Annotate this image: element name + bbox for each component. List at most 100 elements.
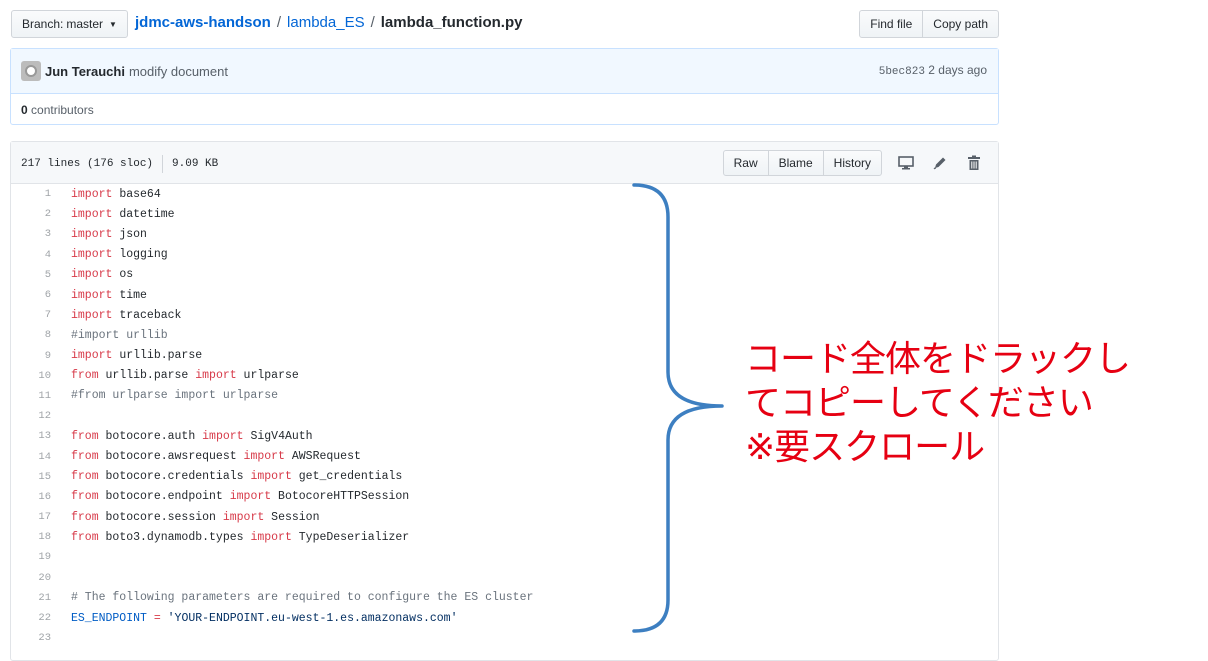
code-line[interactable]: 6 import time <box>11 285 998 305</box>
code-token: = <box>153 611 161 625</box>
blame-button[interactable]: Blame <box>767 150 824 176</box>
code-line[interactable]: 5 import os <box>11 265 998 285</box>
trash-icon-svg <box>968 155 980 170</box>
line-number[interactable]: 15 <box>11 471 51 483</box>
contributors-label: contributors <box>31 103 94 117</box>
line-number[interactable]: 19 <box>11 551 51 563</box>
contributors[interactable]: 0 contributors <box>11 94 998 126</box>
code-token: botocore.session <box>98 510 223 524</box>
line-number[interactable]: 4 <box>11 249 51 261</box>
line-number[interactable]: 11 <box>11 390 51 402</box>
code-line[interactable]: 19 <box>11 547 998 567</box>
annotation-line-3: ※要スクロール <box>745 427 985 468</box>
file-size: 9.09 KB <box>172 158 219 170</box>
line-number[interactable]: 10 <box>11 370 51 382</box>
code-token: from <box>71 530 99 544</box>
code-text: from urllib.parse import urlparse <box>51 369 299 382</box>
commit-sha[interactable]: 5bec823 <box>879 66 925 78</box>
line-number[interactable]: 2 <box>11 208 51 220</box>
line-number[interactable]: 18 <box>11 531 51 543</box>
copy-path-button[interactable]: Copy path <box>922 10 999 38</box>
file-navigation: Branch: master ▼ jdmc-aws-handson / lamb… <box>11 10 999 38</box>
code-line[interactable]: 17 from botocore.session import Session <box>11 507 998 527</box>
commit-message[interactable]: modify document <box>129 64 228 79</box>
desktop-icon-svg <box>898 156 914 170</box>
line-number[interactable]: 3 <box>11 228 51 240</box>
commit-author[interactable]: Jun Terauchi <box>45 64 125 79</box>
code-text: import time <box>51 289 147 302</box>
code-token: ES_ENDPOINT <box>71 611 147 625</box>
code-token: from <box>71 450 99 464</box>
code-token: urlparse <box>236 369 299 383</box>
code-token: SigV4Auth <box>243 429 313 443</box>
line-number[interactable]: 20 <box>11 572 51 584</box>
code-token: import <box>202 429 244 443</box>
annotation-line-1: コード全体をドラックし <box>745 339 1131 380</box>
commit-tease: Jun Terauchi modify document 5bec823 2 d… <box>10 48 999 125</box>
code-token: import <box>250 470 292 484</box>
code-token: from <box>71 369 99 383</box>
line-number[interactable]: 17 <box>11 511 51 523</box>
code-token: import <box>71 268 113 282</box>
line-number[interactable]: 9 <box>11 350 51 362</box>
find-file-button[interactable]: Find file <box>859 10 924 38</box>
file-info: 217 lines (176 sloc) 9.09 KB <box>21 155 218 173</box>
code-token: botocore.credentials <box>98 470 251 484</box>
code-line[interactable]: 20 <box>11 568 998 588</box>
code-text: import json <box>51 228 147 241</box>
line-number[interactable]: 5 <box>11 269 51 281</box>
code-token: from <box>71 470 99 484</box>
code-token: from <box>71 510 99 524</box>
code-text: import logging <box>51 248 168 261</box>
code-line[interactable]: 23 <box>11 628 998 648</box>
code-text: import base64 <box>51 188 161 201</box>
line-number[interactable]: 6 <box>11 289 51 301</box>
line-number[interactable]: 1 <box>11 188 51 200</box>
code-line[interactable]: 21 # The following parameters are require… <box>11 588 998 608</box>
raw-button[interactable]: Raw <box>722 150 769 176</box>
breadcrumb-file-name: lambda_function.py <box>380 14 523 31</box>
branch-select-button[interactable]: Branch: master ▼ <box>11 10 128 38</box>
code-token: botocore.endpoint <box>98 490 230 504</box>
line-number[interactable]: 7 <box>11 309 51 321</box>
code-token: import <box>71 187 113 201</box>
file-header: 217 lines (176 sloc) 9.09 KB Raw Blame H… <box>11 142 998 184</box>
history-button[interactable]: History <box>822 150 882 176</box>
code-text: import os <box>51 268 133 281</box>
line-number[interactable]: 12 <box>11 410 51 422</box>
branch-name: master <box>66 17 104 31</box>
code-line[interactable]: 18 from boto3.dynamodb.types import TypeD… <box>11 527 998 547</box>
code-line[interactable]: 16 from botocore.endpoint import Botocore… <box>11 487 998 507</box>
code-line[interactable]: 7 import traceback <box>11 305 998 325</box>
breadcrumb-repo-link[interactable]: jdmc-aws-handson <box>135 14 271 31</box>
line-number[interactable]: 14 <box>11 451 51 463</box>
line-number[interactable]: 23 <box>11 632 51 644</box>
breadcrumb-separator: / <box>276 14 282 31</box>
line-number[interactable]: 21 <box>11 592 51 604</box>
line-number[interactable]: 13 <box>11 430 51 442</box>
instruction-annotation: コード全体をドラックし てコピーしてください ※要スクロール <box>745 338 1131 470</box>
commit-time: 2 days ago <box>928 63 987 77</box>
avatar-placeholder-icon <box>25 65 37 77</box>
code-token: #import urllib <box>71 328 168 342</box>
code-text: from botocore.credentials import get_cre… <box>51 470 402 483</box>
code-line[interactable]: 3 import json <box>11 224 998 244</box>
code-text: import urllib.parse <box>51 349 202 362</box>
file-line-count: 217 lines (176 sloc) <box>21 158 154 170</box>
code-line[interactable]: 4 import logging <box>11 245 998 265</box>
line-number[interactable]: 16 <box>11 491 51 503</box>
trash-icon[interactable] <box>964 153 984 173</box>
pencil-icon[interactable] <box>930 153 950 173</box>
code-line[interactable]: 22 ES_ENDPOINT = 'YOUR-ENDPOINT.eu-west-1… <box>11 608 998 628</box>
commit-meta: 5bec823 2 days ago <box>879 63 987 78</box>
code-line[interactable]: 2 import datetime <box>11 204 998 224</box>
line-number[interactable]: 22 <box>11 612 51 624</box>
code-text: #import urllib <box>51 329 168 342</box>
breadcrumb-dir-link[interactable]: lambda_ES <box>287 14 365 31</box>
code-line[interactable]: 1 import base64 <box>11 184 998 204</box>
code-token: traceback <box>112 308 182 322</box>
avatar[interactable] <box>21 61 41 81</box>
breadcrumb: jdmc-aws-handson / lambda_ES / lambda_fu… <box>135 14 522 31</box>
line-number[interactable]: 8 <box>11 329 51 341</box>
desktop-icon[interactable] <box>896 153 916 173</box>
